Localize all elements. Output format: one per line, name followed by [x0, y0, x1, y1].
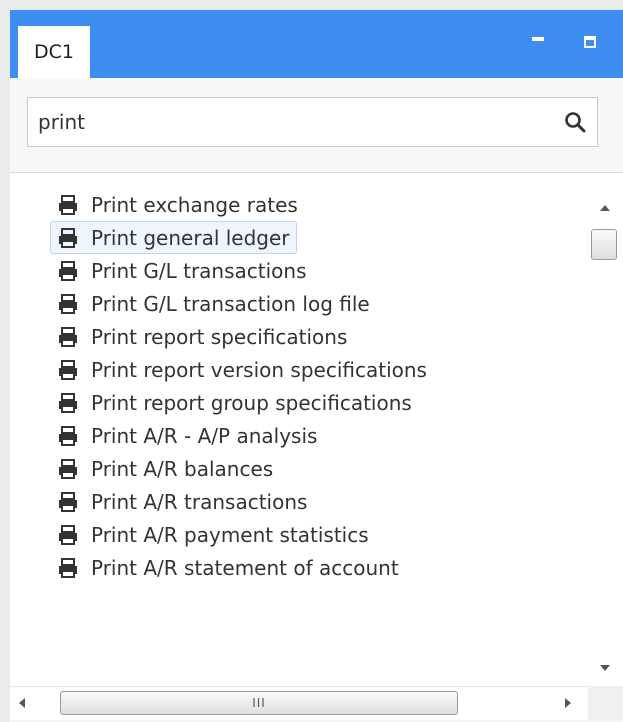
list-item-label: Print report specifications — [91, 324, 348, 349]
maximize-icon — [584, 36, 596, 48]
printer-icon — [57, 260, 79, 281]
list-item-label: Print G/L transactions — [91, 258, 307, 283]
list-item-content[interactable]: Print report specifications — [50, 320, 354, 353]
list-item-content[interactable]: Print A/R - A/P analysis — [50, 419, 324, 452]
maximize-button[interactable] — [580, 32, 600, 52]
list-item[interactable]: Print A/R - A/P analysis — [56, 419, 576, 452]
list-item[interactable]: Print A/R balances — [56, 452, 576, 485]
results-list: Print exchange rates Print general ledger… — [50, 188, 576, 584]
minimize-button[interactable] — [528, 32, 548, 52]
list-item-content[interactable]: Print A/R transactions — [50, 485, 314, 518]
scroll-up-icon[interactable] — [600, 205, 610, 211]
printer-icon — [57, 425, 79, 446]
minimize-icon — [532, 37, 544, 41]
list-item-label: Print A/R transactions — [91, 489, 308, 514]
printer-icon — [57, 227, 79, 248]
list-item-content[interactable]: Print A/R payment statistics — [50, 518, 376, 551]
list-item-content[interactable]: Print report version specifications — [50, 353, 434, 386]
vertical-scrollbar[interactable] — [588, 173, 622, 686]
vertical-scroll-thumb[interactable] — [591, 229, 617, 260]
search-area — [10, 78, 623, 173]
list-item[interactable]: Print A/R transactions — [56, 485, 576, 518]
list-item-label: Print A/R - A/P analysis — [91, 423, 318, 448]
printer-icon — [57, 458, 79, 479]
list-item-content[interactable]: Print report group specifications — [50, 386, 419, 419]
printer-icon — [57, 326, 79, 347]
scrollbar-corner — [588, 686, 622, 720]
list-item[interactable]: Print report group specifications — [56, 386, 576, 419]
search-box[interactable] — [27, 97, 598, 147]
list-item-content[interactable]: Print A/R statement of account — [50, 551, 406, 584]
list-item-label: Print report version specifications — [91, 357, 427, 382]
list-item[interactable]: Print A/R statement of account — [56, 551, 576, 584]
scroll-down-icon[interactable] — [600, 665, 610, 671]
list-item-label: Print A/R statement of account — [91, 555, 399, 580]
printer-icon — [57, 359, 79, 380]
search-input[interactable] — [38, 98, 538, 146]
list-item-label: Print exchange rates — [91, 192, 298, 217]
list-item[interactable]: Print report specifications — [56, 320, 576, 353]
printer-icon — [57, 194, 79, 215]
list-item[interactable]: Print G/L transaction log file — [56, 287, 576, 320]
list-item[interactable]: Print G/L transactions — [56, 254, 576, 287]
horizontal-scrollbar[interactable]: III — [10, 686, 588, 720]
horizontal-scroll-thumb[interactable]: III — [60, 691, 458, 715]
scroll-right-icon[interactable] — [565, 698, 571, 708]
scroll-left-icon[interactable] — [19, 698, 25, 708]
printer-icon — [57, 491, 79, 512]
list-item[interactable]: Print A/R payment statistics — [56, 518, 576, 551]
scroll-grip: III — [252, 696, 266, 710]
list-item[interactable]: Print exchange rates — [56, 188, 576, 221]
results-list-area: Print exchange rates Print general ledger… — [10, 173, 623, 686]
list-item-content[interactable]: Print A/R balances — [50, 452, 280, 485]
list-item-label: Print A/R balances — [91, 456, 274, 481]
list-item[interactable]: Print general ledger — [50, 221, 576, 254]
printer-icon — [57, 524, 79, 545]
list-item-label: Print A/R payment statistics — [91, 522, 369, 547]
search-panel: DC1 Print exchange rates Print general le… — [10, 10, 623, 722]
tab-label: DC1 — [34, 41, 74, 63]
printer-icon — [57, 293, 79, 314]
printer-icon — [57, 392, 79, 413]
list-item-content[interactable]: Print exchange rates — [50, 188, 305, 221]
tab-dc1[interactable]: DC1 — [18, 26, 90, 78]
list-item-label: Print report group specifications — [91, 390, 412, 415]
printer-icon — [57, 557, 79, 578]
list-item-content[interactable]: Print G/L transaction log file — [50, 287, 377, 320]
panel-header: DC1 — [10, 10, 623, 78]
app-background: DC1 Print exchange rates Print general le… — [0, 0, 623, 722]
list-item-label: Print G/L transaction log file — [91, 291, 370, 316]
list-item-label: Print general ledger — [91, 225, 290, 250]
list-item-content[interactable]: Print G/L transactions — [50, 254, 314, 287]
list-item-content[interactable]: Print general ledger — [50, 221, 297, 254]
search-icon[interactable] — [563, 110, 587, 134]
list-item[interactable]: Print report version specifications — [56, 353, 576, 386]
